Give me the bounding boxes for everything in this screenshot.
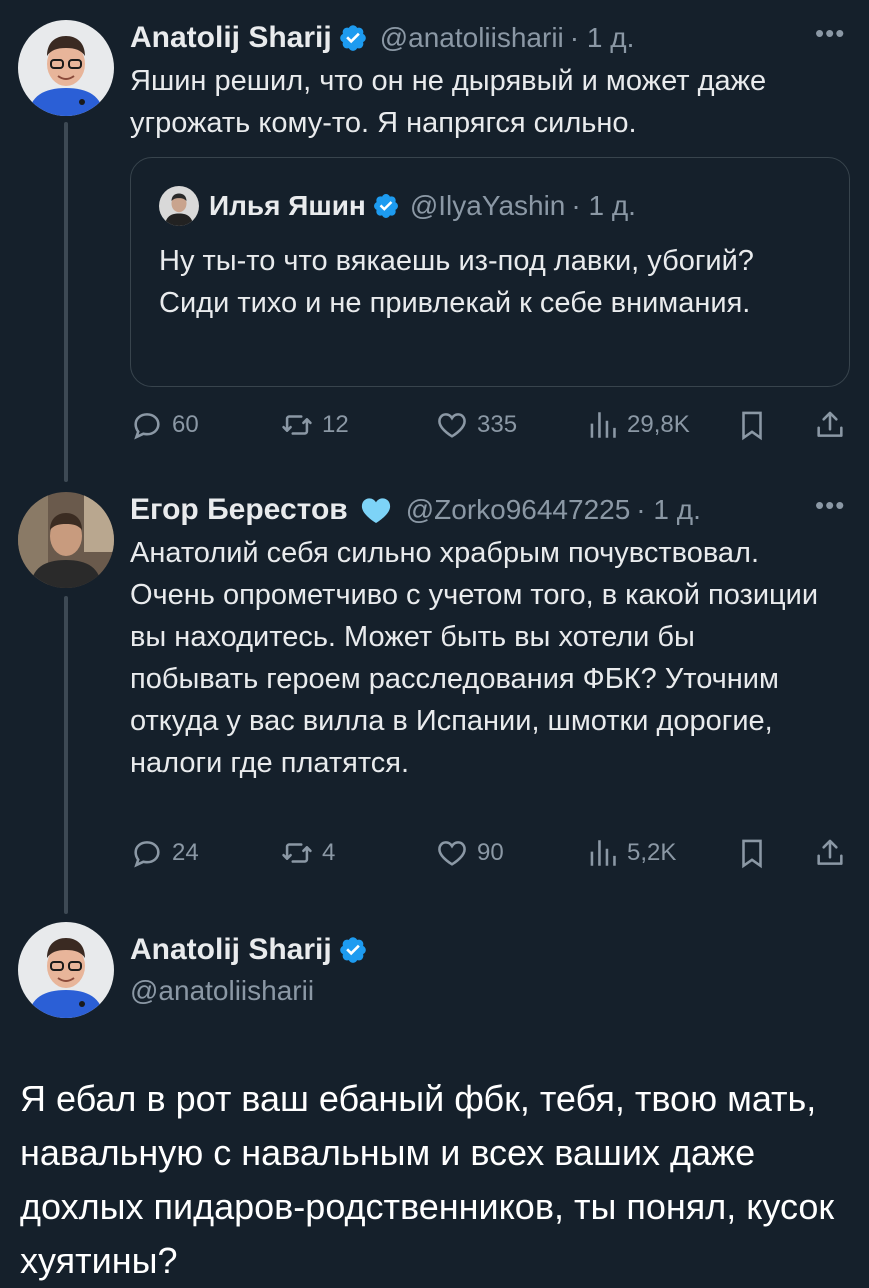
bookmark-button[interactable] xyxy=(735,833,777,873)
reply-icon xyxy=(130,408,164,442)
author-handle[interactable]: @Zorko96447225 xyxy=(406,494,631,526)
quote-avatar xyxy=(159,186,199,226)
tweet-actions: 24 4 90 5,2K xyxy=(130,833,850,873)
author-name[interactable]: Anatolij Sharij xyxy=(130,21,332,55)
reply-icon xyxy=(130,836,164,870)
light-blue-heart-icon xyxy=(361,498,390,524)
tweet-actions: 60 12 335 29,8K xyxy=(130,405,850,445)
tweet-time[interactable]: · 1 д. xyxy=(570,22,635,54)
tweet-text: Яшин решил, что он не дырявый и может да… xyxy=(130,65,767,139)
retweet-count: 12 xyxy=(322,411,349,438)
views-count: 5,2K xyxy=(627,839,677,866)
main-tweet-text: Я ебал в рот ваш ебаный фбк, тебя, твою … xyxy=(20,1078,835,1281)
author-name[interactable]: Anatolij Sharij xyxy=(130,933,332,967)
share-button[interactable] xyxy=(813,405,855,445)
like-count: 335 xyxy=(477,411,518,438)
more-icon[interactable]: ••• xyxy=(815,18,845,49)
bookmark-icon xyxy=(735,408,769,442)
verified-badge-icon xyxy=(372,192,400,220)
main-tweet-header: Anatolij Sharij xyxy=(130,930,368,970)
tweet-header: Anatolij Sharij @anatoliisharii · 1 д. xyxy=(130,18,634,58)
retweet-button[interactable]: 4 xyxy=(280,833,335,873)
avatar[interactable] xyxy=(18,492,114,588)
avatar-image xyxy=(18,20,114,116)
views-count: 29,8K xyxy=(627,411,690,438)
views-icon xyxy=(585,408,619,442)
quoted-tweet[interactable]: Илья Яшин @IlyaYashin · 1 д. Ну ты-то чт… xyxy=(130,157,850,387)
views-icon xyxy=(585,836,619,870)
quote-header: Илья Яшин @IlyaYashin · 1 д. xyxy=(159,186,636,226)
like-button[interactable]: 335 xyxy=(435,405,517,445)
author-name[interactable]: Егор Берестов xyxy=(130,493,348,527)
bookmark-button[interactable] xyxy=(735,405,777,445)
retweet-count: 4 xyxy=(322,839,336,866)
share-icon xyxy=(813,408,847,442)
tweet-time[interactable]: · 1 д. xyxy=(636,494,701,526)
reply-count: 24 xyxy=(172,839,199,866)
reply-count: 60 xyxy=(172,411,199,438)
views-button[interactable]: 5,2K xyxy=(585,833,676,873)
avatar-image xyxy=(18,492,114,588)
verified-badge-icon xyxy=(338,23,368,53)
retweet-icon xyxy=(280,836,314,870)
quote-time: · 1 д. xyxy=(571,190,636,221)
verified-badge-icon xyxy=(338,935,368,965)
avatar[interactable] xyxy=(18,922,114,1018)
quote-author-handle: @IlyaYashin xyxy=(409,190,566,221)
reply-button[interactable]: 24 xyxy=(130,833,199,873)
thread-line xyxy=(64,596,68,914)
quote-author-name: Илья Яшин xyxy=(209,190,366,221)
tweet-header: Егор Берестов @Zorko96447225 · 1 д. xyxy=(130,490,701,530)
views-button[interactable]: 29,8K xyxy=(585,405,690,445)
share-button[interactable] xyxy=(813,833,855,873)
retweet-icon xyxy=(280,408,314,442)
bookmark-icon xyxy=(735,836,769,870)
thread-line xyxy=(64,122,68,482)
share-icon xyxy=(813,836,847,870)
like-icon xyxy=(435,408,469,442)
author-handle[interactable]: @anatoliisharii xyxy=(130,975,314,1007)
avatar[interactable] xyxy=(18,20,114,116)
like-button[interactable]: 90 xyxy=(435,833,504,873)
like-icon xyxy=(435,836,469,870)
retweet-button[interactable]: 12 xyxy=(280,405,349,445)
tweet-text: Анатолий себя сильно храбрым почувствова… xyxy=(130,537,819,779)
avatar-image xyxy=(18,922,114,1018)
quote-text: Ну ты-то что вякаешь из-под лавки, убоги… xyxy=(159,245,754,319)
reply-button[interactable]: 60 xyxy=(130,405,199,445)
more-icon[interactable]: ••• xyxy=(815,490,845,521)
author-handle[interactable]: @anatoliisharii xyxy=(380,22,564,54)
like-count: 90 xyxy=(477,839,504,866)
